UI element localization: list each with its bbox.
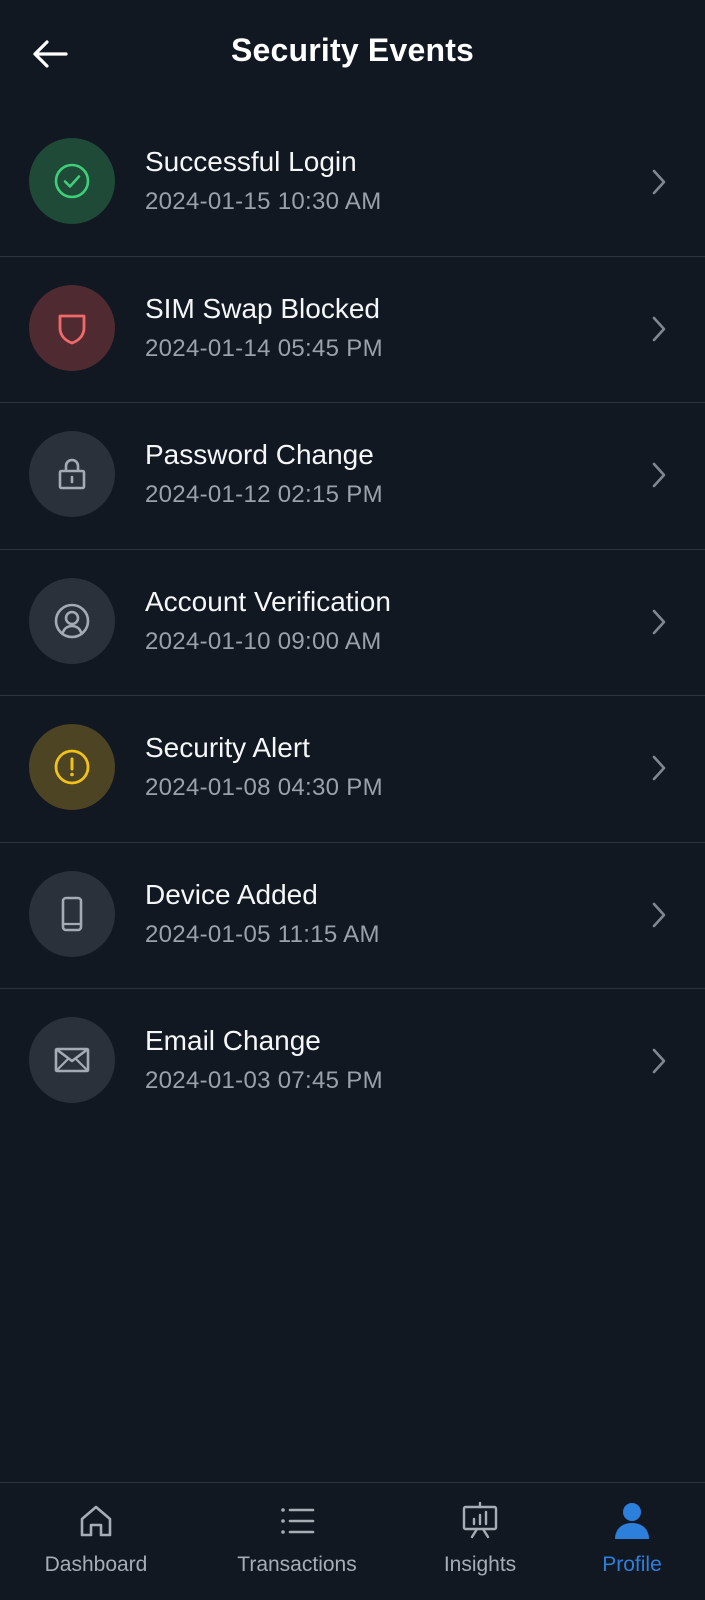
event-title: Email Change bbox=[145, 1025, 321, 1056]
shield-icon bbox=[58, 314, 86, 344]
page-title: Security Events bbox=[230, 32, 475, 68]
chevron-right-icon bbox=[647, 898, 671, 932]
event-timestamp: 2024-01-03 07:45 PM bbox=[145, 1067, 383, 1094]
nav-label: Profile bbox=[602, 1553, 662, 1576]
nav-item-profile[interactable]: Profile bbox=[582, 1483, 682, 1600]
event-title: Security Alert bbox=[145, 732, 310, 763]
security-event-list: Successful Login 2024-01-15 10:30 AM SIM… bbox=[0, 110, 705, 1136]
event-icon-badge bbox=[29, 138, 115, 224]
event-timestamp: 2024-01-08 04:30 PM bbox=[145, 774, 383, 801]
chevron-right-icon bbox=[647, 751, 671, 785]
chevron-right-icon bbox=[647, 458, 671, 492]
event-row-password-change[interactable]: Password Change 2024-01-12 02:15 PM bbox=[0, 403, 705, 550]
user-icon bbox=[612, 1501, 652, 1541]
event-row-account-verification[interactable]: Account Verification 2024-01-10 09:00 AM bbox=[0, 550, 705, 696]
chevron-right-icon bbox=[647, 1044, 671, 1078]
event-icon-badge bbox=[29, 431, 115, 517]
nav-item-transactions[interactable]: Transactions bbox=[222, 1483, 372, 1600]
nav-label: Insights bbox=[443, 1553, 517, 1576]
list-icon bbox=[277, 1501, 317, 1541]
home-icon bbox=[76, 1501, 116, 1541]
event-icon-badge bbox=[29, 284, 115, 371]
event-title: Password Change bbox=[145, 439, 374, 470]
event-title: Account Verification bbox=[145, 585, 391, 617]
event-icon-badge bbox=[29, 577, 115, 664]
event-title: SIM Swap Blocked bbox=[145, 292, 380, 324]
event-icon-badge bbox=[29, 1017, 115, 1103]
nav-item-insights[interactable]: Insights bbox=[425, 1483, 535, 1600]
event-title: Successful Login bbox=[145, 146, 357, 177]
lock-icon bbox=[58, 458, 86, 490]
header: Security Events bbox=[0, 0, 705, 108]
mail-icon bbox=[54, 1047, 90, 1073]
event-row-sim-swap-blocked[interactable]: SIM Swap Blocked 2024-01-14 05:45 PM bbox=[0, 257, 705, 403]
chevron-right-icon bbox=[647, 312, 671, 346]
alert-circle-icon bbox=[54, 749, 90, 785]
nav-item-dashboard[interactable]: Dashboard bbox=[26, 1483, 166, 1600]
event-icon-badge bbox=[29, 870, 115, 957]
event-timestamp: 2024-01-14 05:45 PM bbox=[145, 334, 383, 362]
chevron-right-icon bbox=[647, 165, 671, 199]
event-row-security-alert[interactable]: Security Alert 2024-01-08 04:30 PM bbox=[0, 696, 705, 843]
event-timestamp: 2024-01-05 11:15 AM bbox=[145, 920, 380, 948]
chevron-right-icon bbox=[647, 605, 671, 639]
security-events-screen: Security Events Successful Login 2024-01… bbox=[0, 0, 705, 1600]
event-timestamp: 2024-01-10 09:00 AM bbox=[145, 627, 382, 655]
smartphone-icon bbox=[61, 896, 83, 931]
event-icon-badge bbox=[29, 724, 115, 810]
user-circle-icon bbox=[54, 603, 90, 638]
bottom-navigation: Dashboard Transactions Insights Profile bbox=[0, 1482, 705, 1600]
event-row-email-change[interactable]: Email Change 2024-01-03 07:45 PM bbox=[0, 989, 705, 1136]
event-timestamp: 2024-01-15 10:30 AM bbox=[145, 188, 382, 215]
event-timestamp: 2024-01-12 02:15 PM bbox=[145, 481, 383, 508]
event-row-successful-login[interactable]: Successful Login 2024-01-15 10:30 AM bbox=[0, 110, 705, 257]
nav-label: Dashboard bbox=[44, 1553, 148, 1576]
nav-label: Transactions bbox=[237, 1553, 357, 1576]
event-title: Device Added bbox=[145, 878, 318, 910]
presentation-chart-icon bbox=[460, 1501, 500, 1541]
check-circle-icon bbox=[54, 163, 90, 199]
event-row-device-added[interactable]: Device Added 2024-01-05 11:15 AM bbox=[0, 843, 705, 989]
